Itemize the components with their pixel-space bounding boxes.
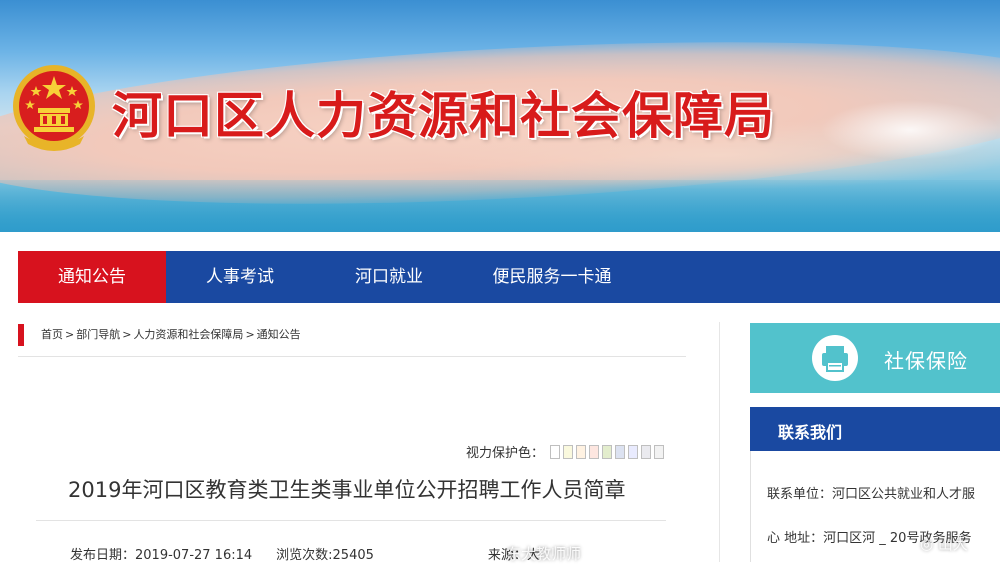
nav-item-hekou-employment[interactable]: 河口就业 — [314, 251, 464, 303]
breadcrumb: 首页 > 部门导航 > 人力资源和社会保障局 > 通知公告 — [40, 326, 302, 342]
banner-cloud — [820, 100, 1000, 160]
nav-item-service-card[interactable]: 便民服务一卡通 — [464, 251, 640, 303]
contact-us-title: 联系我们 — [778, 423, 843, 442]
watermark-right: ◎ 山大 — [920, 533, 968, 554]
article-panel: 首页 > 部门导航 > 人力资源和社会保障局 > 通知公告 视力保护色： 2019年河口区教… — [18, 322, 720, 563]
title-divider — [36, 520, 666, 521]
eye-color-swatch[interactable] — [602, 444, 613, 459]
breadcrumb-departments[interactable]: 部门导航 — [76, 328, 120, 341]
nav-item-personnel-exams[interactable]: 人事考试 — [166, 251, 314, 303]
nav-item-notices[interactable]: 通知公告 — [18, 251, 166, 303]
content-divider — [719, 322, 720, 562]
national-emblem-icon — [13, 65, 95, 151]
eye-protection-selector: 视力保护色： — [466, 442, 667, 461]
eye-color-swatch[interactable] — [615, 444, 626, 459]
eye-color-swatch[interactable] — [550, 444, 561, 459]
article-title: 2019年河口区教育类卫生类事业单位公开招聘工作人员简章 — [68, 478, 626, 502]
breadcrumb-separator: > — [65, 328, 75, 341]
watermark-right-text: 山大 — [937, 535, 968, 553]
breadcrumb-marker — [18, 324, 24, 346]
eye-color-swatch[interactable] — [641, 444, 652, 459]
article-meta: 发布日期：2019-07-27 16:14 浏览次数:25405 来源：大 — [70, 544, 564, 563]
printer-icon — [812, 335, 858, 381]
social-security-label: 社保保险 — [884, 349, 968, 373]
breadcrumb-home[interactable]: 首页 — [41, 328, 63, 341]
publish-date: 发布日期：2019-07-27 16:14 — [70, 548, 253, 563]
eye-color-swatch[interactable] — [589, 444, 600, 459]
breadcrumb-separator: > — [245, 328, 255, 341]
main-nav: 通知公告 人事考试 河口就业 便民服务一卡通 — [18, 251, 1000, 303]
eye-color-swatch[interactable] — [576, 444, 587, 459]
eye-color-swatch[interactable] — [654, 444, 665, 459]
watermark-left: 东大教师师 — [506, 545, 582, 563]
contact-unit: 联系单位：河口区公共就业和人才服 — [767, 487, 976, 502]
site-banner: 河口区人力资源和社会保障局 — [0, 0, 1000, 232]
view-count: 浏览次数:25405 — [276, 548, 374, 563]
social-security-tile[interactable]: 社保保险 — [750, 323, 1000, 393]
eye-protection-swatches — [550, 444, 667, 459]
eye-protection-label: 视力保护色： — [466, 446, 545, 461]
banner-water — [0, 180, 1000, 232]
eye-color-swatch[interactable] — [563, 444, 574, 459]
eye-color-swatch[interactable] — [628, 444, 639, 459]
site-title: 河口区人力资源和社会保障局 — [112, 87, 775, 145]
wechat-icon: ◎ — [920, 535, 934, 553]
breadcrumb-hr-bureau[interactable]: 人力资源和社会保障局 — [133, 328, 243, 341]
breadcrumb-separator: > — [122, 328, 132, 341]
contact-us-header: 联系我们 — [750, 407, 1000, 451]
breadcrumb-divider — [18, 356, 686, 357]
breadcrumb-notices[interactable]: 通知公告 — [257, 328, 301, 341]
